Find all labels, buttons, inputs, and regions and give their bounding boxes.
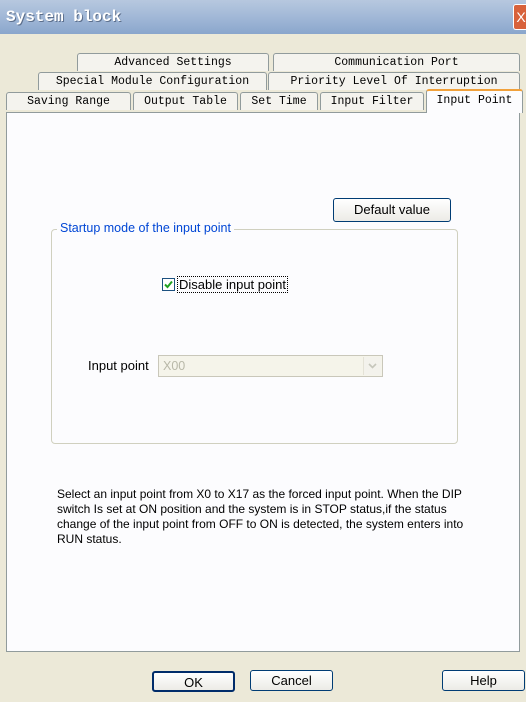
description-text: Select an input point from X0 to X17 as …	[57, 487, 464, 546]
check-icon	[164, 280, 173, 289]
disable-input-point-checkbox[interactable]	[162, 278, 175, 291]
dropdown-button[interactable]	[363, 357, 381, 375]
input-point-label: Input point	[88, 358, 149, 373]
tab-input-point[interactable]: Input Point	[426, 89, 523, 113]
ok-button[interactable]: OK	[152, 671, 235, 692]
default-value-button[interactable]: Default value	[333, 198, 451, 222]
tab-communication-port[interactable]: Communication Port	[273, 53, 520, 71]
tab-set-time[interactable]: Set Time	[240, 92, 318, 110]
title-bar[interactable]: System block X	[0, 0, 526, 34]
input-point-select[interactable]: X00	[158, 355, 383, 377]
tab-input-filter[interactable]: Input Filter	[320, 92, 424, 110]
tab-priority-level-of-interruption[interactable]: Priority Level Of Interruption	[268, 72, 520, 90]
cancel-button[interactable]: Cancel	[250, 670, 333, 691]
startup-mode-group	[51, 229, 458, 444]
disable-input-point-label[interactable]: Disable input point	[177, 276, 288, 293]
chevron-down-icon	[368, 363, 377, 369]
tab-advanced-settings[interactable]: Advanced Settings	[77, 53, 269, 71]
input-point-value: X00	[163, 359, 186, 373]
close-button[interactable]: X	[513, 4, 526, 30]
tab-saving-range[interactable]: Saving Range	[6, 92, 131, 110]
group-title: Startup mode of the input point	[57, 221, 234, 235]
window-title: System block	[6, 8, 122, 26]
help-button[interactable]: Help	[442, 670, 525, 691]
tab-output-table[interactable]: Output Table	[133, 92, 238, 110]
tab-special-module-configuration[interactable]: Special Module Configuration	[38, 72, 267, 90]
close-icon: X	[516, 9, 526, 25]
